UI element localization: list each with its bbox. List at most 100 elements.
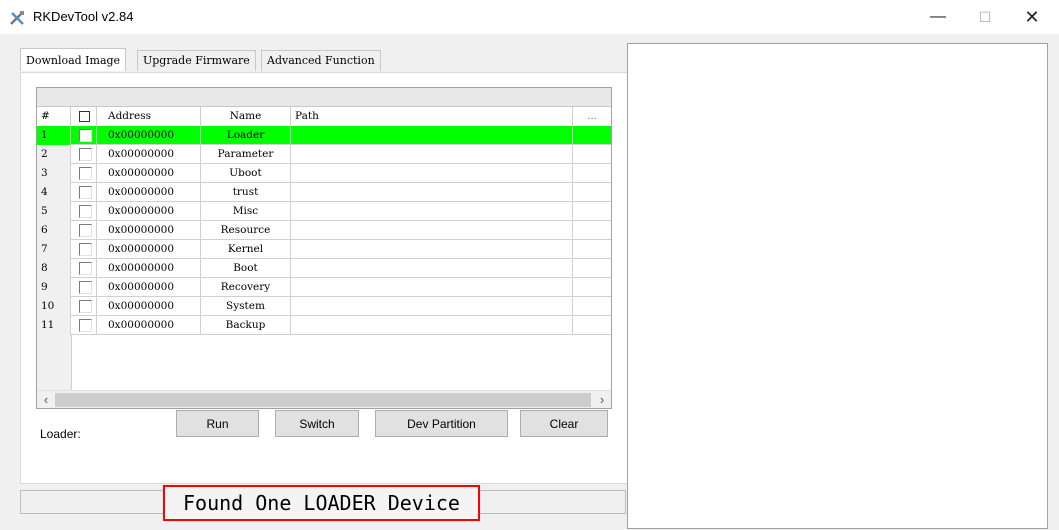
select-all-checkbox[interactable] xyxy=(79,111,90,122)
row-browse[interactable] xyxy=(573,240,611,259)
row-checkbox-cell[interactable] xyxy=(71,278,97,297)
row-checkbox[interactable] xyxy=(79,167,92,180)
row-name[interactable]: Kernel xyxy=(201,240,291,259)
row-checkbox[interactable] xyxy=(79,205,92,218)
horizontal-scrollbar[interactable]: ‹ › xyxy=(37,390,611,408)
row-name[interactable]: trust xyxy=(201,183,291,202)
dev-partition-button[interactable]: Dev Partition xyxy=(375,410,508,437)
table-row[interactable]: 7 0x00000000 Kernel xyxy=(37,240,611,259)
row-checkbox-cell[interactable] xyxy=(71,259,97,278)
row-path[interactable] xyxy=(291,145,573,164)
tab-download-image[interactable]: Download Image xyxy=(20,48,127,71)
row-name[interactable]: Recovery xyxy=(201,278,291,297)
row-name[interactable]: Parameter xyxy=(201,145,291,164)
row-checkbox-cell[interactable] xyxy=(71,126,97,145)
row-checkbox[interactable] xyxy=(79,224,92,237)
image-table: # Address Name Path ... 1 0x00000000 Loa… xyxy=(36,87,612,409)
row-address[interactable]: 0x00000000 xyxy=(97,202,201,221)
table-row[interactable]: 6 0x00000000 Resource xyxy=(37,221,611,240)
minimize-button[interactable]: — xyxy=(918,4,958,30)
row-name[interactable]: Uboot xyxy=(201,164,291,183)
row-path[interactable] xyxy=(291,278,573,297)
scrollbar-thumb[interactable] xyxy=(55,393,591,407)
row-checkbox-cell[interactable] xyxy=(71,240,97,259)
row-name[interactable]: Backup xyxy=(201,316,291,335)
row-address[interactable]: 0x00000000 xyxy=(97,164,201,183)
table-row[interactable]: 4 0x00000000 trust xyxy=(37,183,611,202)
row-browse[interactable] xyxy=(573,221,611,240)
row-address[interactable]: 0x00000000 xyxy=(97,297,201,316)
table-row[interactable]: 3 0x00000000 Uboot xyxy=(37,164,611,183)
row-address[interactable]: 0x00000000 xyxy=(97,316,201,335)
row-path[interactable] xyxy=(291,202,573,221)
clear-button[interactable]: Clear xyxy=(520,410,608,437)
row-browse[interactable] xyxy=(573,259,611,278)
row-checkbox[interactable] xyxy=(79,186,92,199)
row-path[interactable] xyxy=(291,164,573,183)
run-button[interactable]: Run xyxy=(176,410,259,437)
row-name[interactable]: Misc xyxy=(201,202,291,221)
row-num: 8 xyxy=(37,259,71,278)
row-checkbox[interactable] xyxy=(79,319,92,332)
table-row[interactable]: 8 0x00000000 Boot xyxy=(37,259,611,278)
table-row[interactable]: 1 0x00000000 Loader xyxy=(37,126,611,145)
row-browse[interactable] xyxy=(573,164,611,183)
row-path[interactable] xyxy=(291,183,573,202)
row-name[interactable]: Boot xyxy=(201,259,291,278)
row-browse[interactable] xyxy=(573,297,611,316)
row-address[interactable]: 0x00000000 xyxy=(97,240,201,259)
row-checkbox-cell[interactable] xyxy=(71,221,97,240)
row-address[interactable]: 0x00000000 xyxy=(97,145,201,164)
row-path[interactable] xyxy=(291,259,573,278)
row-browse[interactable] xyxy=(573,126,611,145)
scroll-left-icon[interactable]: ‹ xyxy=(37,391,55,408)
row-address[interactable]: 0x00000000 xyxy=(97,259,201,278)
row-checkbox-cell[interactable] xyxy=(71,145,97,164)
row-checkbox-cell[interactable] xyxy=(71,316,97,335)
row-path[interactable] xyxy=(291,316,573,335)
tab-advanced-function[interactable]: Advanced Function xyxy=(261,50,381,71)
table-row[interactable]: 11 0x00000000 Backup xyxy=(37,316,611,335)
row-num: 2 xyxy=(37,145,71,164)
row-name[interactable]: System xyxy=(201,297,291,316)
row-address[interactable]: 0x00000000 xyxy=(97,126,201,145)
row-checkbox-cell[interactable] xyxy=(71,297,97,316)
row-name[interactable]: Resource xyxy=(201,221,291,240)
table-row[interactable]: 10 0x00000000 System xyxy=(37,297,611,316)
row-path[interactable] xyxy=(291,297,573,316)
table-row[interactable]: 5 0x00000000 Misc xyxy=(37,202,611,221)
row-browse[interactable] xyxy=(573,183,611,202)
switch-button[interactable]: Switch xyxy=(275,410,359,437)
table-row[interactable]: 2 0x00000000 Parameter xyxy=(37,145,611,164)
row-address[interactable]: 0x00000000 xyxy=(97,183,201,202)
row-address[interactable]: 0x00000000 xyxy=(97,221,201,240)
tab-upgrade-firmware[interactable]: Upgrade Firmware xyxy=(137,50,256,71)
row-path[interactable] xyxy=(291,240,573,259)
row-checkbox[interactable] xyxy=(79,300,92,313)
row-browse[interactable] xyxy=(573,316,611,335)
row-browse[interactable] xyxy=(573,278,611,297)
row-num: 3 xyxy=(37,164,71,183)
header-select-all[interactable] xyxy=(71,107,97,126)
log-panel[interactable] xyxy=(627,43,1048,529)
maximize-button[interactable]: ☐ xyxy=(965,4,1005,30)
row-checkbox-cell[interactable] xyxy=(71,164,97,183)
row-browse[interactable] xyxy=(573,202,611,221)
row-checkbox[interactable] xyxy=(79,262,92,275)
row-checkbox[interactable] xyxy=(79,129,92,142)
row-browse[interactable] xyxy=(573,145,611,164)
row-name[interactable]: Loader xyxy=(201,126,291,145)
row-checkbox[interactable] xyxy=(79,281,92,294)
row-num: 6 xyxy=(37,221,71,240)
close-button[interactable]: ✕ xyxy=(1012,4,1052,30)
row-checkbox-cell[interactable] xyxy=(71,183,97,202)
row-checkbox[interactable] xyxy=(79,243,92,256)
row-checkbox-cell[interactable] xyxy=(71,202,97,221)
row-path[interactable] xyxy=(291,126,573,145)
scroll-right-icon[interactable]: › xyxy=(593,391,611,408)
table-row[interactable]: 9 0x00000000 Recovery xyxy=(37,278,611,297)
header-name: Name xyxy=(201,107,291,126)
row-path[interactable] xyxy=(291,221,573,240)
row-address[interactable]: 0x00000000 xyxy=(97,278,201,297)
row-checkbox[interactable] xyxy=(79,148,92,161)
